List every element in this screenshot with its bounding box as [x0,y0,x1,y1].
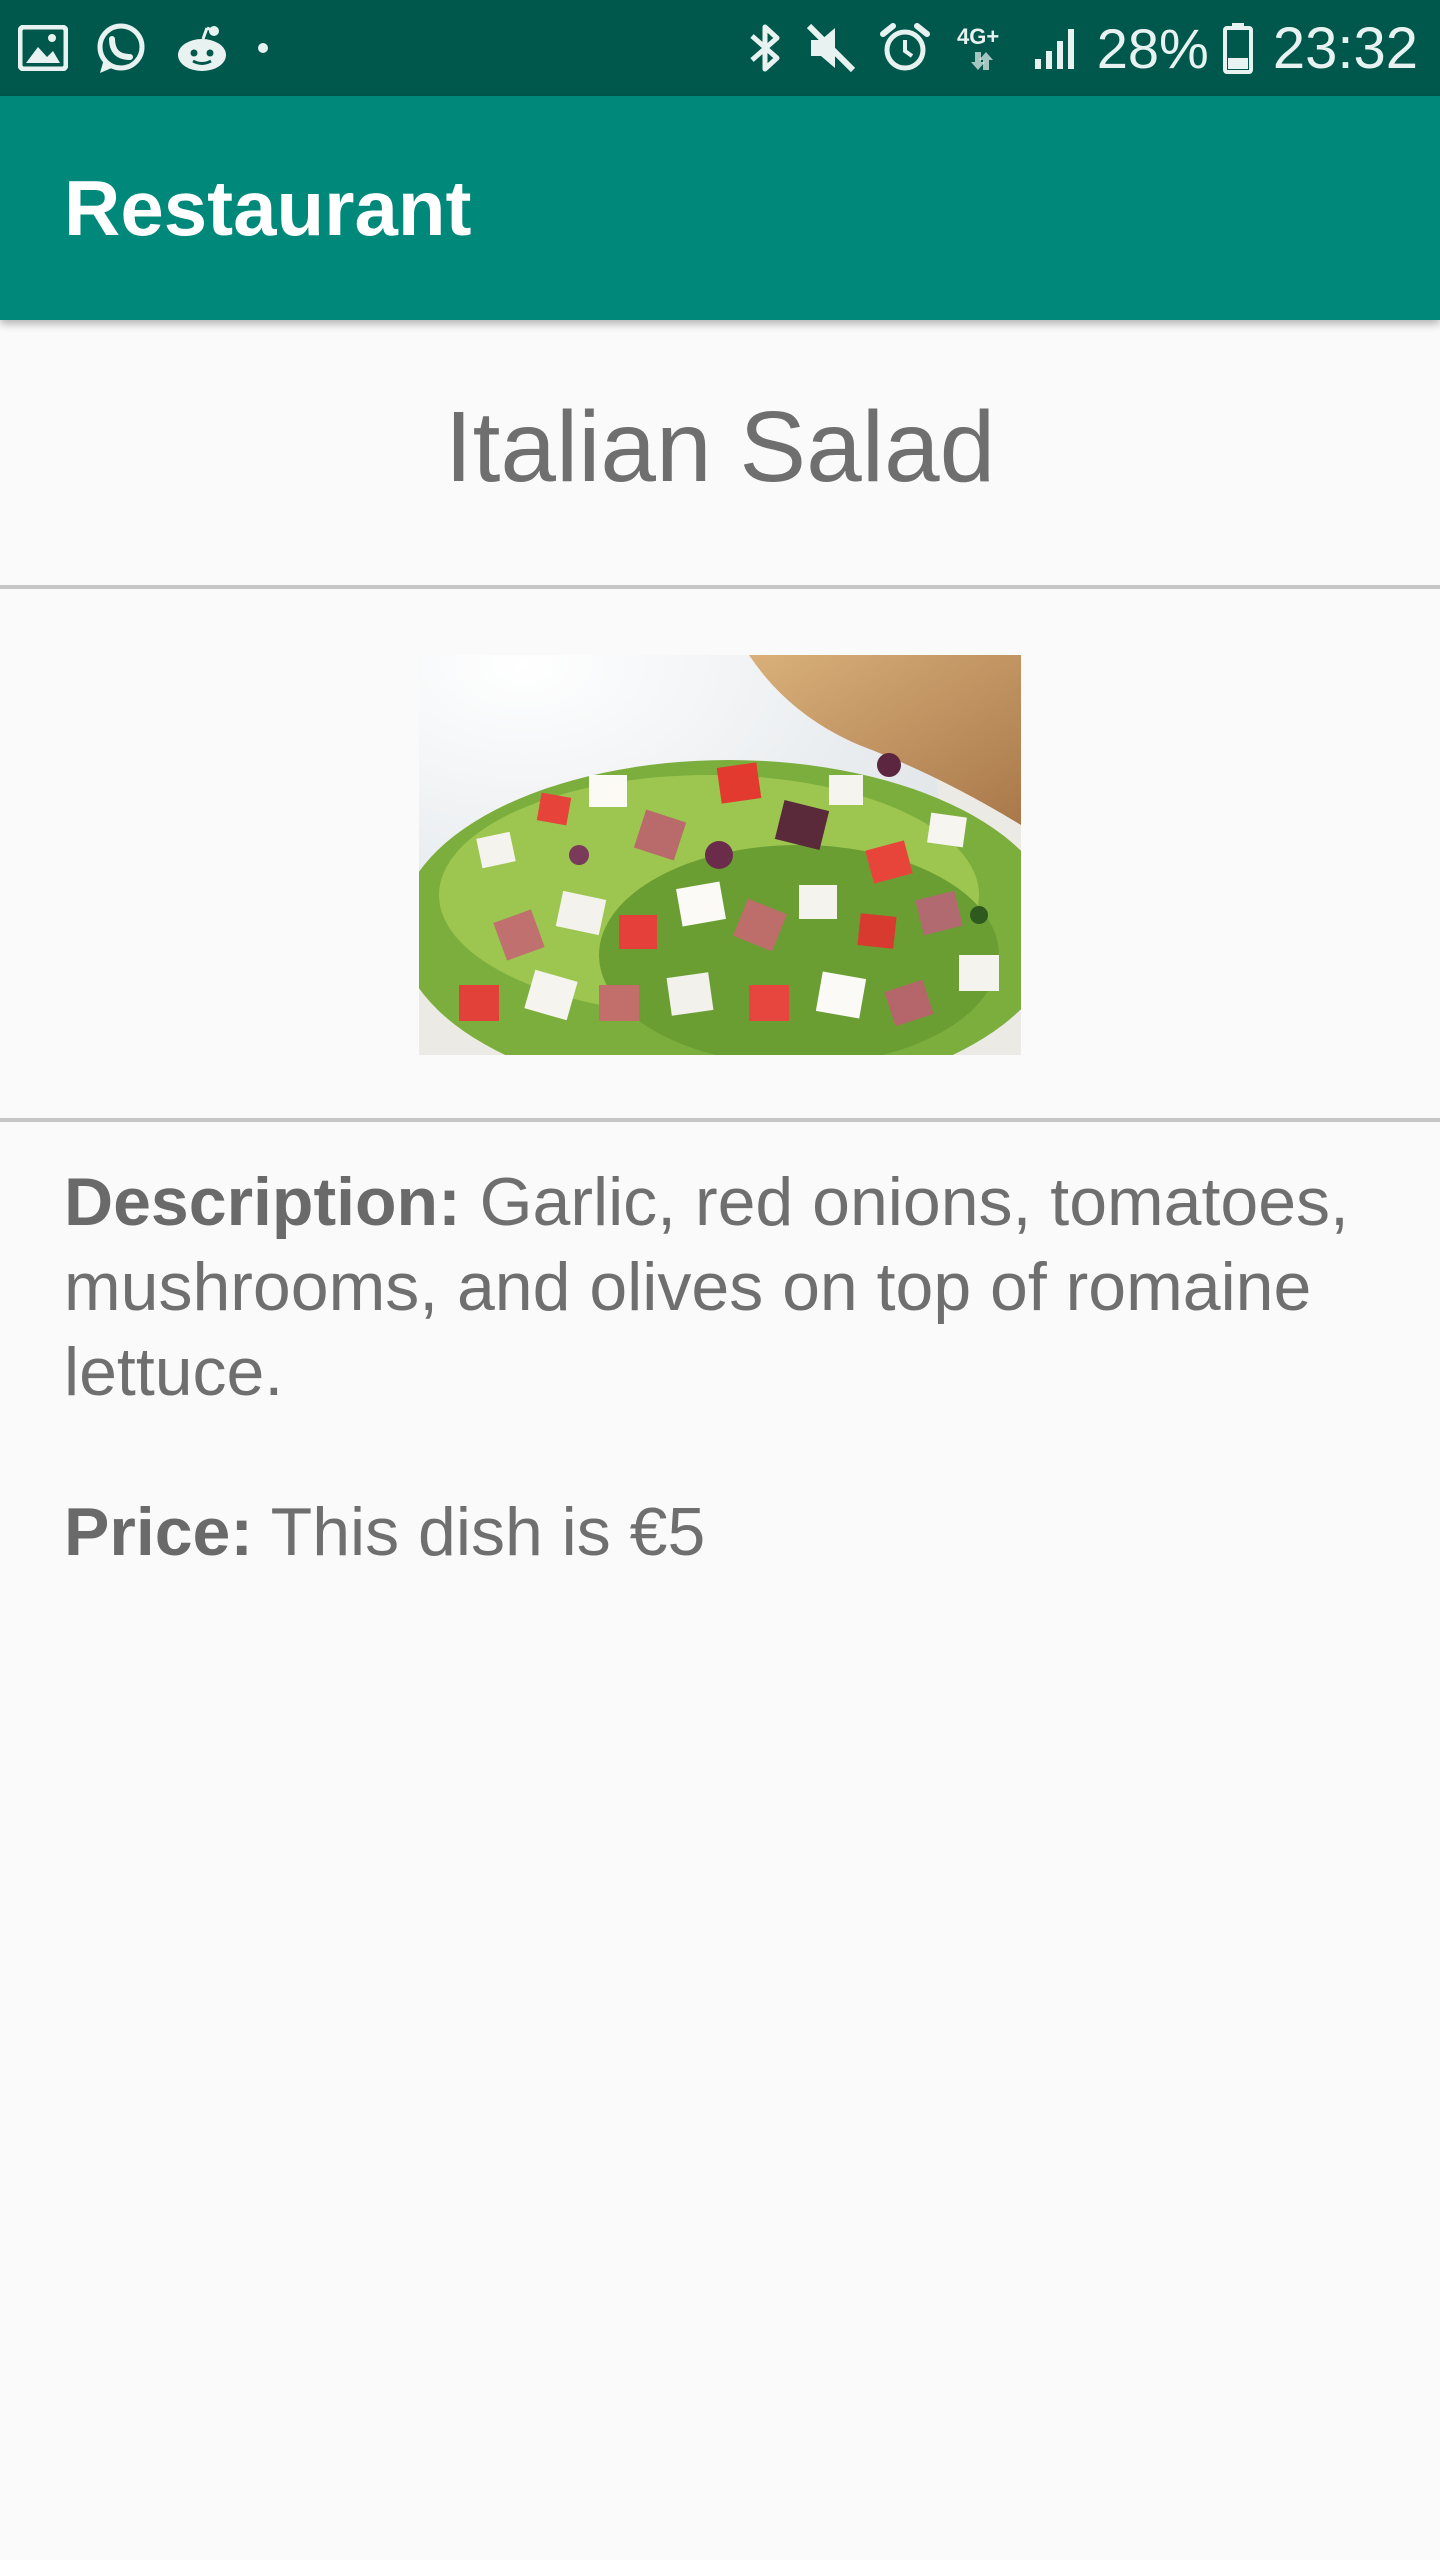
svg-text:4G+: 4G+ [957,24,999,49]
status-bar-left [18,21,296,75]
app-bar: Restaurant [0,96,1440,320]
dish-price: Price: This dish is €5 [64,1490,1384,1575]
dish-image [419,655,1021,1055]
divider [0,1118,1440,1122]
bluetooth-icon [747,22,783,74]
restaurant-screen: 4G+ 28% 23:32 Restaurant Italian Salad D… [0,0,1440,2560]
dish-name: Italian Salad [444,391,996,503]
signal-icon [1033,25,1081,71]
dot-icon [256,41,270,55]
price-text: This dish is €5 [253,1494,706,1570]
app-title: Restaurant [64,163,472,252]
alarm-icon [879,22,931,74]
status-bar-right: 4G+ 28% 23:32 [725,15,1418,82]
price-label: Price: [64,1494,253,1570]
reddit-icon [174,23,230,73]
dish-description: Description: Garlic, red onions, tomatoe… [64,1160,1384,1415]
description-label: Description: [64,1164,461,1240]
4g-icon: 4G+ [953,22,1011,74]
whatsapp-icon [94,21,148,75]
battery-icon [1222,22,1253,74]
clock: 23:32 [1272,15,1418,81]
divider [0,585,1440,589]
status-bar: 4G+ 28% 23:32 [0,0,1440,96]
gallery-icon [18,25,68,71]
mute-icon [805,22,857,74]
battery-percent: 28% [1096,16,1209,80]
